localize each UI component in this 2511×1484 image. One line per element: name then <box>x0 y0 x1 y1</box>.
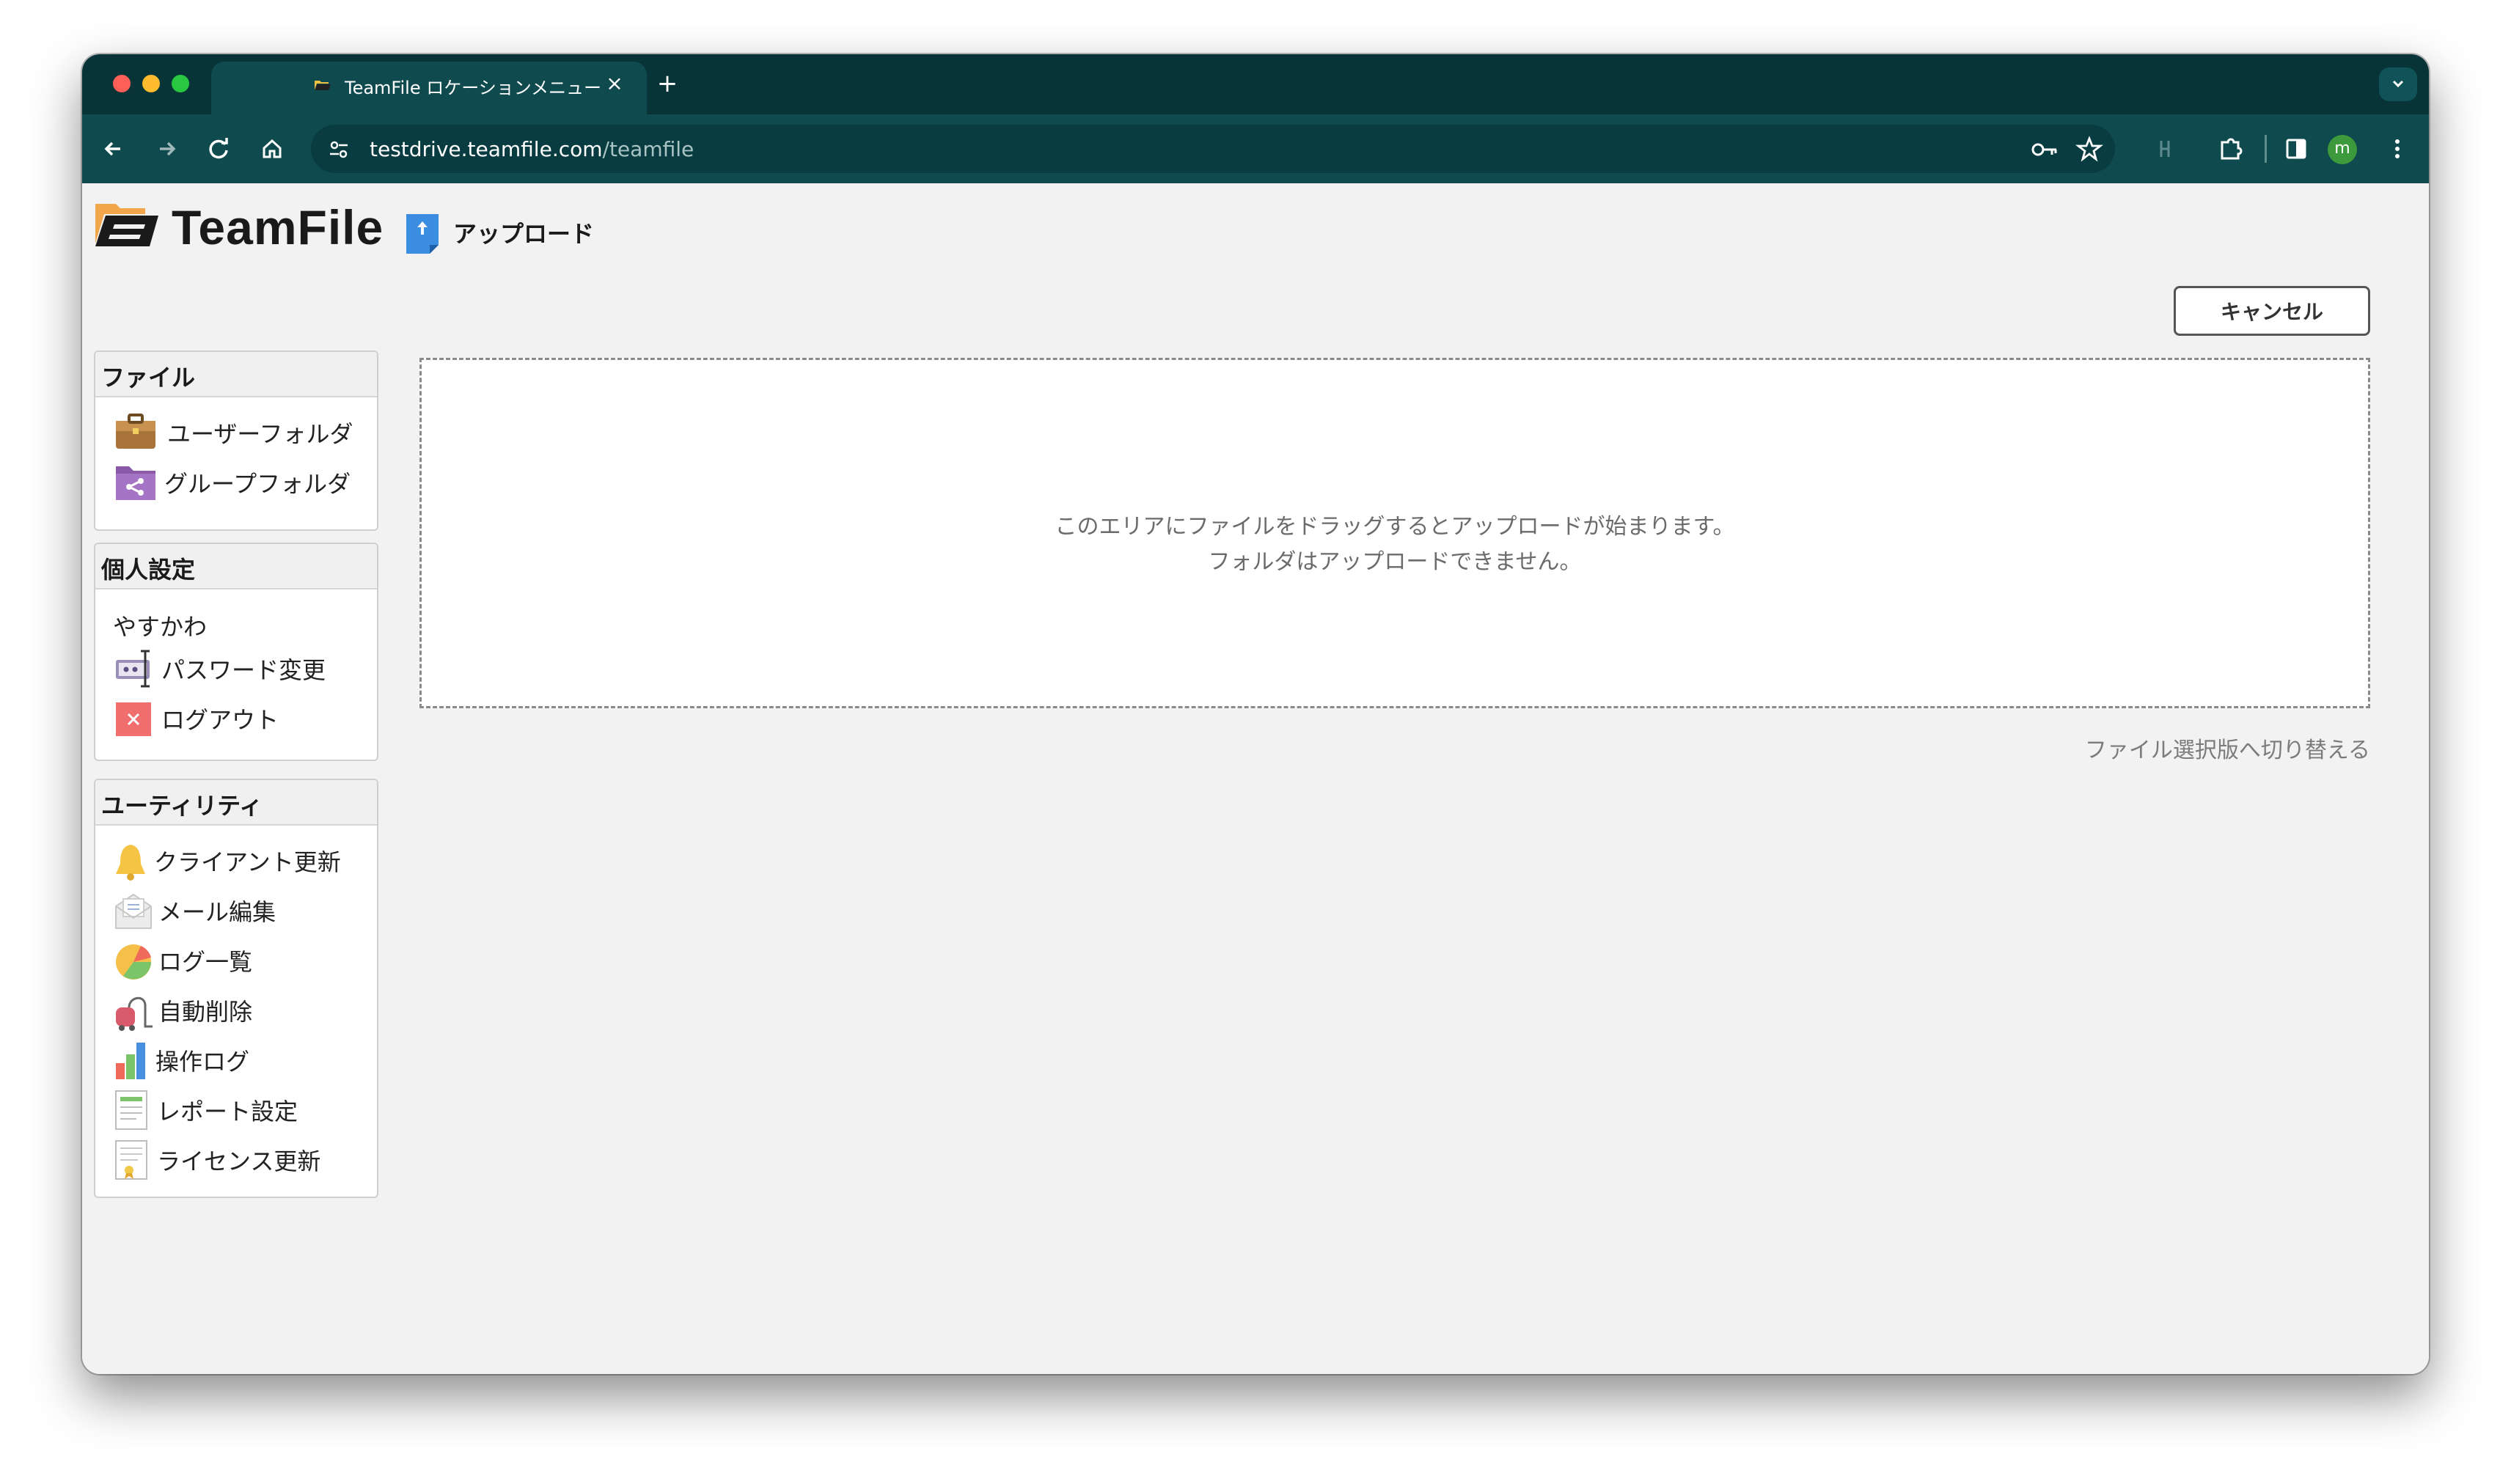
sidebar-item-auto-delete[interactable]: 自動削除 <box>113 988 252 1032</box>
briefcase-icon <box>113 411 158 455</box>
app-logo-text: TeamFile <box>172 200 384 254</box>
utility-section-title: ユーティリティ <box>95 780 377 826</box>
tab-close-icon[interactable]: × <box>601 70 628 97</box>
page-content: TeamFile アップロード キャンセル ファイル ユーザーフォルダ グループ… <box>82 183 2429 1374</box>
sidebar-item-label: ログアウト <box>161 706 279 734</box>
file-section-title: ファイル <box>95 352 377 397</box>
sidebar-item-client-update[interactable]: クライアント更新 <box>113 839 341 883</box>
maximize-window-button[interactable] <box>172 75 189 92</box>
sidebar-item-mail-edit[interactable]: メール編集 <box>113 889 276 933</box>
tab-search-button[interactable] <box>2379 67 2417 101</box>
sidebar-item-label: パスワード変更 <box>161 656 326 684</box>
url-text: testdrive.teamfile.com/teamfile <box>370 137 694 161</box>
site-settings-icon[interactable] <box>327 138 351 161</box>
more-menu-icon[interactable] <box>2380 132 2414 166</box>
file-panel: ファイル ユーザーフォルダ グループフォルダ <box>94 350 378 531</box>
logout-icon <box>113 697 158 741</box>
report-icon <box>113 1088 157 1132</box>
reload-icon[interactable] <box>202 132 236 166</box>
dropzone-instruction: このエリアにファイルをドラッグするとアップロードが始まります。 <box>1055 514 1735 540</box>
bookmark-star-icon[interactable] <box>2075 135 2103 163</box>
side-panel-icon[interactable] <box>2279 132 2313 166</box>
sidebar-item-user-folder[interactable]: ユーザーフォルダ <box>113 411 353 455</box>
minimize-window-button[interactable] <box>142 75 160 92</box>
url-host: testdrive.teamfile.com <box>370 137 603 161</box>
personal-settings-panel: 個人設定 やすかわ パスワード変更 ログアウト <box>94 543 378 761</box>
page-title: アップロード <box>453 220 595 248</box>
browser-window: TeamFile ロケーションメニュー × + testdrive.teamfi… <box>82 54 2429 1374</box>
url-path: /teamfile <box>602 137 694 161</box>
pie-chart-icon <box>113 938 158 982</box>
browser-toolbar: testdrive.teamfile.com/teamfile m <box>82 114 2429 183</box>
sidebar-item-label: ユーザーフォルダ <box>167 420 353 448</box>
license-icon <box>113 1138 157 1182</box>
home-icon[interactable] <box>255 132 289 166</box>
upload-page-icon <box>406 214 439 254</box>
personal-section-title: 個人設定 <box>95 544 377 589</box>
sidebar-item-label: 操作ログ <box>155 1048 250 1076</box>
close-window-button[interactable] <box>113 75 131 92</box>
password-icon <box>113 647 158 691</box>
user-name: やすかわ <box>113 613 208 641</box>
sidebar-item-label: クライアント更新 <box>154 848 341 876</box>
bar-chart-icon <box>113 1038 155 1082</box>
toolbar-divider <box>2265 135 2267 163</box>
cancel-button[interactable]: キャンセル <box>2174 286 2370 336</box>
sidebar-item-label: ライセンス更新 <box>157 1147 321 1175</box>
sidebar-item-group-folder[interactable]: グループフォルダ <box>113 460 351 504</box>
extension-puzzle-faded-icon[interactable] <box>2149 132 2182 166</box>
share-folder-icon <box>113 460 158 504</box>
tab-strip: TeamFile ロケーションメニュー × + <box>82 54 2429 114</box>
dropzone-note: フォルダはアップロードできません。 <box>1208 549 1582 575</box>
sidebar-item-log-list[interactable]: ログ一覧 <box>113 938 252 982</box>
sidebar-item-change-password[interactable]: パスワード変更 <box>113 647 326 691</box>
tab-favicon-icon <box>315 81 331 90</box>
bell-icon <box>113 839 154 883</box>
chevron-down-icon <box>2392 80 2404 88</box>
address-bar[interactable]: testdrive.teamfile.com/teamfile <box>311 125 2115 173</box>
sidebar-item-label: メール編集 <box>158 898 276 926</box>
upload-dropzone[interactable]: このエリアにファイルをドラッグするとアップロードが始まります。 フォルダはアップ… <box>419 358 2370 708</box>
sidebar-item-report-settings[interactable]: レポート設定 <box>113 1088 298 1132</box>
mail-icon <box>113 889 158 933</box>
profile-avatar[interactable]: m <box>2328 135 2357 164</box>
extensions-icon[interactable] <box>2213 132 2247 166</box>
tab-title: TeamFile ロケーションメニュー <box>345 78 602 98</box>
sidebar-item-operation-log[interactable]: 操作ログ <box>113 1038 249 1082</box>
utility-panel: ユーティリティ クライアント更新 メール編集 ログ一覧 自動削除 操作ログ レポ… <box>94 779 378 1198</box>
sidebar-item-label: 自動削除 <box>158 998 253 1026</box>
sidebar-item-license-update[interactable]: ライセンス更新 <box>113 1138 320 1182</box>
vacuum-icon <box>113 988 158 1032</box>
switch-to-file-select-link[interactable]: ファイル選択版へ切り替える <box>2085 732 2370 764</box>
sidebar-item-label: グループフォルダ <box>164 470 351 498</box>
sidebar-item-logout[interactable]: ログアウト <box>113 697 279 741</box>
back-icon[interactable] <box>97 132 131 166</box>
forward-icon[interactable] <box>150 132 183 166</box>
sidebar-item-label: ログ一覧 <box>158 948 253 976</box>
new-tab-button[interactable]: + <box>653 69 682 98</box>
key-icon[interactable] <box>2030 136 2059 163</box>
teamfile-logo-icon <box>95 204 158 246</box>
sidebar-item-label: レポート設定 <box>157 1098 298 1125</box>
